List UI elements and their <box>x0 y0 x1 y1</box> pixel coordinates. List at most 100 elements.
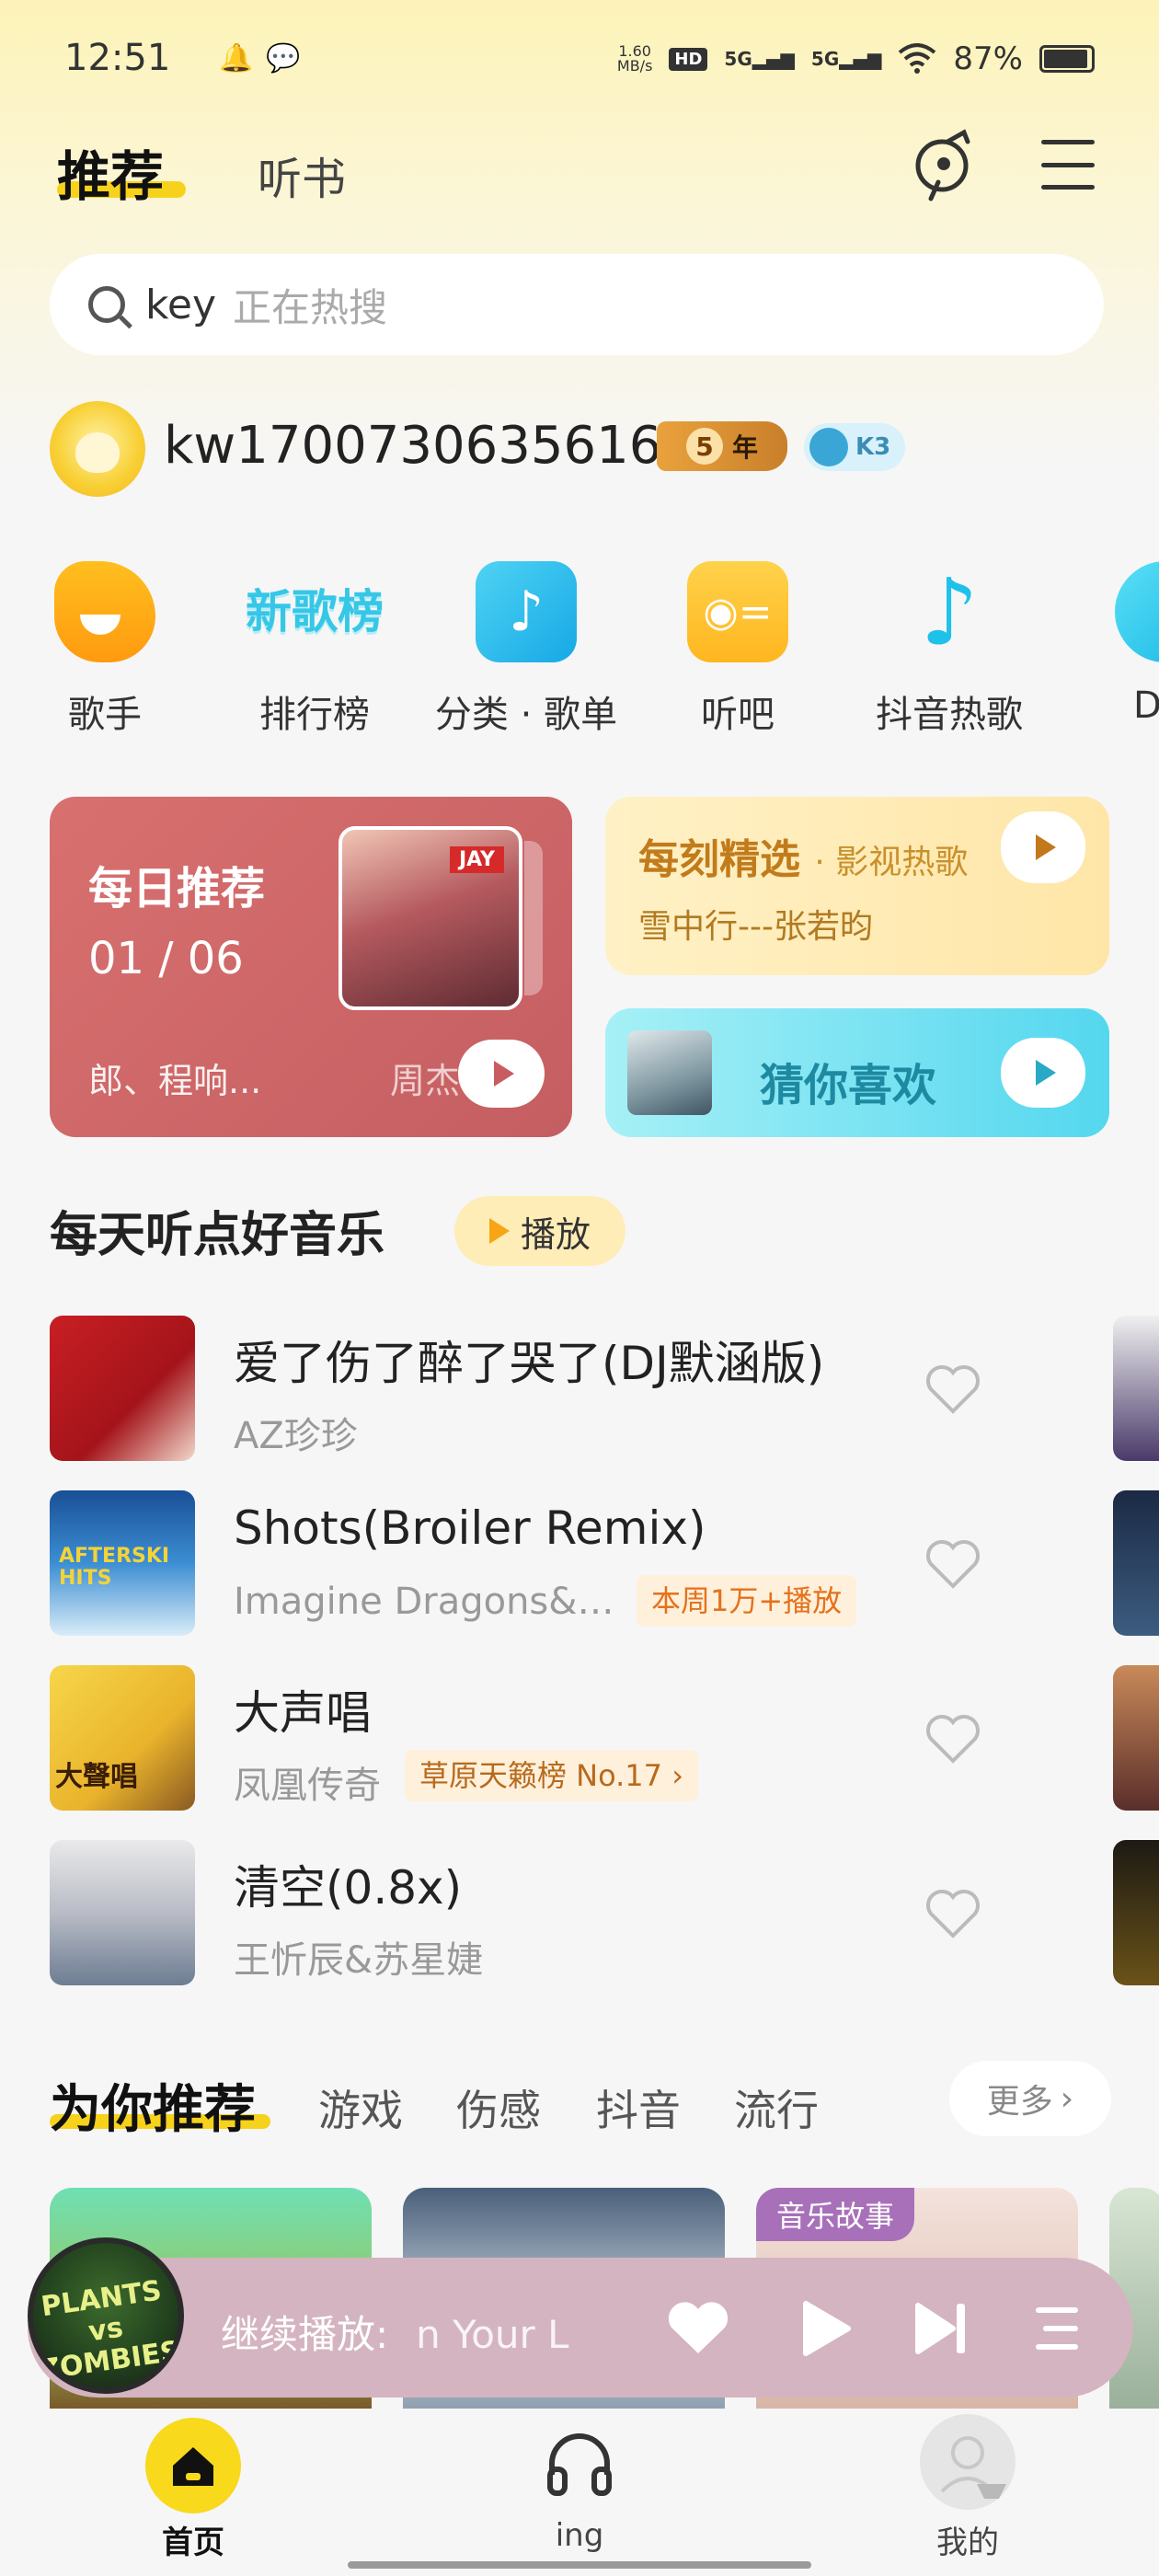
search-bar[interactable]: key 正在热搜 <box>50 254 1104 355</box>
guess-title: 猜你喜欢 <box>760 1060 937 1111</box>
song-artist: Imagine Dragons&… <box>234 1581 614 1623</box>
song-title: Shots(Broiler Remix) <box>234 1501 706 1555</box>
moment-title: 每刻精选 · 影视热歌 <box>638 836 969 883</box>
entry-dj[interactable]: D <box>1069 561 1159 727</box>
song-row[interactable]: 清空(0.8x) 王忻辰&苏星婕 <box>50 1840 1159 1987</box>
nav-listening-label[interactable]: ing <box>488 2517 671 2554</box>
nav-me-label[interactable]: 我的 <box>876 2517 1060 2562</box>
status-right: 1.60 MB/s HD 5G▂▄▆ 5G▂▄▆ 87% <box>617 40 1095 77</box>
moment-subtitle: 雪中行---张若昀 <box>638 908 873 946</box>
song-cover: 大聲唱 <box>50 1665 195 1811</box>
tab-pop[interactable]: 流行 <box>734 2077 819 2138</box>
tab-recommend[interactable]: 推荐 <box>57 133 164 211</box>
vip-badge[interactable]: 5 年 <box>657 421 787 471</box>
daily-play-button[interactable] <box>458 1040 545 1108</box>
moment-play-button[interactable] <box>1001 811 1085 883</box>
dj-icon <box>1115 561 1159 662</box>
headphones-icon[interactable] <box>541 2425 618 2502</box>
entry-tingba[interactable]: ◉= 听吧 <box>646 561 830 738</box>
next-page-cover <box>1113 1840 1159 1985</box>
tab-sad[interactable]: 伤感 <box>456 2077 541 2138</box>
net-speed: 1.60 MB/s <box>616 42 653 75</box>
new-songs-chart-icon: 新歌榜 <box>246 585 384 638</box>
notification-icons: 🔔 💬 <box>219 42 301 75</box>
tab-games[interactable]: 游戏 <box>318 2077 403 2138</box>
entry-douyin-hits[interactable]: ♪ 抖音热歌 <box>857 558 1041 738</box>
username[interactable]: kw1700730635616 <box>164 416 661 476</box>
search-hint: 正在热搜 <box>233 284 388 330</box>
battery-icon <box>1039 45 1095 73</box>
song-cover <box>50 1316 195 1461</box>
qq-icon: 🔔 <box>219 42 254 75</box>
tab-douyin[interactable]: 抖音 <box>596 2077 681 2138</box>
user-icon <box>940 2436 1006 2499</box>
more-button[interactable]: 更多 › <box>949 2061 1111 2136</box>
douyin-note-icon: ♪ <box>920 558 979 666</box>
song-tag: 本周1万+播放 <box>637 1575 857 1627</box>
song-artist: 王忻辰&苏星婕 <box>234 1939 484 1982</box>
entry-category-playlist[interactable]: ♪ 分类 · 歌单 <box>434 561 618 738</box>
daily-recommend-card[interactable]: 每日推荐 01 / 06 JAY 郎、程响... 周杰 <box>50 797 572 1137</box>
daily-cover-image: JAY <box>339 826 543 1010</box>
moment-select-card[interactable]: 每刻精选 · 影视热歌 雪中行---张若昀 <box>605 797 1109 975</box>
entry-singer[interactable]: 歌手 <box>13 561 197 738</box>
chevron-right-icon: › <box>1060 2079 1074 2118</box>
message-icon: 💬 <box>266 42 301 75</box>
hd-icon: HD <box>669 47 708 71</box>
next-page-cover <box>1113 1665 1159 1811</box>
level-badge[interactable]: K3 <box>804 423 905 471</box>
heart-icon[interactable] <box>924 1536 982 1592</box>
next-page-cover <box>1113 1490 1159 1636</box>
next-page-cover <box>1113 1316 1159 1461</box>
daily-artists-more: 周杰 <box>390 1061 461 1101</box>
section-play-button[interactable]: 播放 <box>454 1196 625 1266</box>
wifi-icon <box>899 43 936 74</box>
singer-icon <box>54 561 155 662</box>
music-note-icon: ♪ <box>476 561 577 662</box>
menu-icon[interactable] <box>1041 140 1095 190</box>
home-icon <box>173 2447 213 2486</box>
play-icon <box>488 1218 510 1244</box>
guess-play-button[interactable] <box>1001 1038 1085 1108</box>
nav-home[interactable] <box>145 2418 241 2513</box>
song-tag[interactable]: 草原天籁榜 No.17 › <box>405 1750 698 1801</box>
mini-player-text: 继续播放: n Your L <box>221 2312 569 2357</box>
section-title: 每天听点好音乐 <box>50 1208 385 1263</box>
voice-search-icon[interactable] <box>911 129 977 202</box>
entry-rankings[interactable]: 新歌榜 排行榜 <box>223 561 407 738</box>
level-gem-icon <box>809 428 848 466</box>
nav-me-avatar[interactable] <box>920 2414 1016 2510</box>
radio-icon: ◉= <box>687 561 788 662</box>
song-cover: AFTERSKI HITS <box>50 1490 195 1636</box>
daily-artists: 郎、程响... <box>88 1061 262 1101</box>
like-icon[interactable] <box>664 2294 732 2363</box>
for-you-title[interactable]: 为你推荐 <box>50 2068 256 2143</box>
status-time: 12:51 <box>64 37 171 79</box>
song-artist: AZ珍珍 <box>234 1415 358 1457</box>
play-icon <box>1036 1060 1056 1086</box>
daily-date: 01 / 06 <box>88 933 244 984</box>
tab-audiobook[interactable]: 听书 <box>258 143 346 207</box>
guess-you-like-card[interactable]: 猜你喜欢 <box>605 1008 1109 1137</box>
play-icon[interactable] <box>789 2294 857 2363</box>
song-row[interactable]: AFTERSKI HITS Shots(Broiler Remix) Imagi… <box>50 1490 1159 1638</box>
song-artist: 凤凰传奇 <box>234 1765 381 1807</box>
song-row[interactable]: 大聲唱 大声唱 凤凰传奇 草原天籁榜 No.17 › <box>50 1665 1159 1812</box>
battery-percent: 87% <box>953 40 1023 77</box>
daily-title: 每日推荐 <box>88 863 266 914</box>
heart-icon[interactable] <box>924 1711 982 1766</box>
home-indicator <box>348 2561 811 2569</box>
song-title: 清空(0.8x) <box>234 1861 463 1915</box>
playlist-queue-icon[interactable] <box>1023 2294 1091 2363</box>
signal-icon-1: 5G▂▄▆ <box>724 48 795 70</box>
user-avatar[interactable] <box>50 401 145 497</box>
search-icon <box>88 286 125 323</box>
song-row[interactable]: 爱了伤了醉了哭了(DJ默涵版) AZ珍珍 <box>50 1316 1159 1463</box>
next-track-icon[interactable] <box>907 2294 975 2363</box>
heart-icon[interactable] <box>924 1886 982 1941</box>
guess-thumbnail <box>627 1030 712 1115</box>
song-title: 爱了伤了醉了哭了(DJ默涵版) <box>234 1337 825 1390</box>
heart-icon[interactable] <box>924 1362 982 1417</box>
mini-player-cover[interactable]: PLANTS vs ZOMBIES <box>28 2237 184 2394</box>
nav-home-label[interactable]: 首页 <box>101 2517 285 2562</box>
